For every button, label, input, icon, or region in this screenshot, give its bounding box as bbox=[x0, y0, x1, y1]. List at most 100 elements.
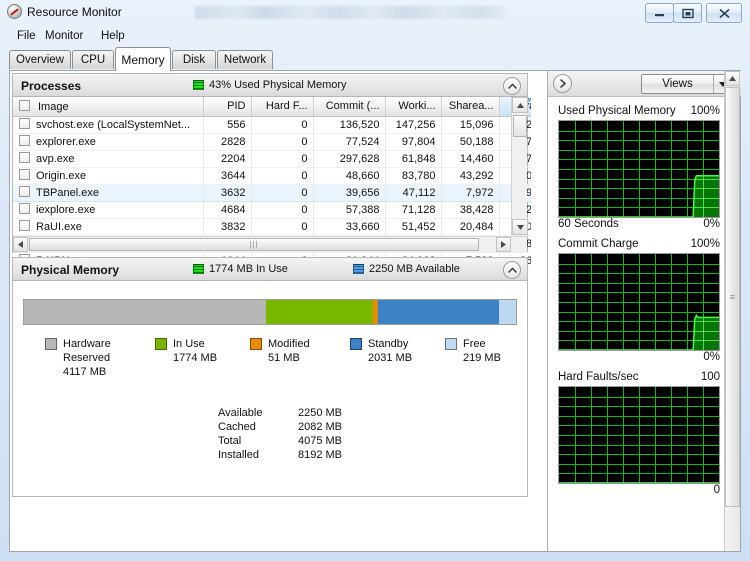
memory-segment-free bbox=[499, 300, 516, 324]
process-name: iexplore.exe bbox=[36, 204, 96, 216]
processes-hscroll-thumb[interactable]: ||| bbox=[29, 238, 479, 251]
row-checkbox[interactable] bbox=[19, 135, 30, 146]
column-header-pid[interactable]: PID bbox=[203, 97, 252, 117]
cell-commit: 33,660 bbox=[313, 218, 386, 236]
physical-memory-panel-header[interactable]: Physical Memory 1774 MB In Use 2250 MB A… bbox=[12, 257, 528, 281]
cell-pid: 3644 bbox=[203, 167, 252, 185]
select-all-checkbox[interactable] bbox=[19, 99, 30, 111]
memory-usage-bar bbox=[23, 299, 517, 325]
table-row[interactable]: explorer.exe2828077,52497,80450,18847,61… bbox=[13, 133, 531, 151]
cell-image: Origin.exe bbox=[13, 167, 204, 185]
table-row[interactable]: iexplore.exe4684057,38871,12838,42832,70… bbox=[13, 201, 531, 219]
graph-2-canvas bbox=[558, 386, 720, 484]
memory-stats-table: Available 2250 MB Cached 2082 MB Total 4075 M… bbox=[218, 407, 342, 463]
menu-item-file[interactable]: File bbox=[13, 29, 40, 43]
row-checkbox[interactable] bbox=[19, 220, 30, 231]
physical-memory-collapse-button[interactable] bbox=[503, 261, 521, 279]
sidebar-scroll-thumb[interactable]: ≡ bbox=[725, 87, 740, 507]
memory-in-use-status: 1774 MB In Use bbox=[193, 263, 288, 275]
cell-image: avp.exe bbox=[13, 150, 204, 168]
legend-label: Hardware Reserved 4117 MB bbox=[63, 338, 111, 378]
minimize-button[interactable] bbox=[645, 3, 674, 23]
cell-hard-faults: 0 bbox=[251, 150, 314, 168]
column-header-working-set[interactable]: Worki... bbox=[385, 97, 442, 117]
restore-button[interactable] bbox=[673, 3, 702, 23]
processes-scroll-thumb[interactable] bbox=[513, 115, 527, 137]
process-name: TBPanel.exe bbox=[36, 187, 99, 199]
row-checkbox[interactable] bbox=[19, 203, 30, 214]
column-header-image[interactable]: Image bbox=[13, 97, 204, 117]
menu-bar: File Monitor Help bbox=[9, 28, 741, 46]
graph-commit-charge: Commit Charge 100% 0% bbox=[558, 238, 720, 366]
window-title: Resource Monitor bbox=[27, 4, 122, 19]
process-name: explorer.exe bbox=[36, 136, 96, 148]
cell-pid: 2204 bbox=[203, 150, 252, 168]
graph-1-max-label: 100% bbox=[690, 238, 720, 250]
background-window-text bbox=[195, 6, 505, 19]
cell-pid: 3832 bbox=[203, 218, 252, 236]
tab-strip: Overview CPU Memory Disk Network bbox=[9, 47, 741, 71]
cell-shareable: 20,484 bbox=[441, 218, 500, 236]
menu-item-monitor[interactable]: Monitor bbox=[41, 29, 87, 43]
sidebar-expand-button[interactable] bbox=[553, 74, 572, 93]
tab-overview[interactable]: Overview bbox=[9, 50, 71, 69]
tab-memory[interactable]: Memory bbox=[115, 47, 171, 71]
tab-network[interactable]: Network bbox=[217, 50, 273, 69]
legend-swatch-icon bbox=[445, 338, 457, 350]
in-use-swatch-icon bbox=[193, 264, 204, 274]
processes-table-container: Image PID Hard F... Commit (... Worki...… bbox=[12, 97, 531, 270]
graph-2-header: Hard Faults/sec 100 bbox=[558, 371, 720, 386]
legend-swatch-icon bbox=[350, 338, 362, 350]
caret-up-icon bbox=[729, 76, 736, 81]
processes-scroll-down-button[interactable] bbox=[512, 219, 528, 235]
menu-item-help[interactable]: Help bbox=[97, 29, 129, 43]
scroll-thumb-grip-icon: ||| bbox=[249, 240, 259, 249]
graph-0-max-label: 100% bbox=[690, 105, 720, 117]
table-row[interactable]: RaUI.exe3832033,66051,45220,48430,968 bbox=[13, 218, 531, 236]
column-header-hard-faults[interactable]: Hard F... bbox=[251, 97, 314, 117]
table-row[interactable]: avp.exe22040297,62861,84814,46047,388 bbox=[13, 150, 531, 168]
table-row[interactable]: TBPanel.exe3632039,65647,1127,97239,140 bbox=[13, 184, 531, 202]
row-checkbox[interactable] bbox=[19, 152, 30, 163]
stat-label: Available bbox=[218, 407, 263, 419]
column-header-commit[interactable]: Commit (... bbox=[313, 97, 386, 117]
views-button-label: Views bbox=[662, 78, 693, 90]
cell-image: svchost.exe (LocalSystemNet... bbox=[13, 116, 204, 134]
cell-working-set: 51,452 bbox=[385, 218, 442, 236]
cell-image: iexplore.exe bbox=[13, 201, 204, 219]
legend-swatch-icon bbox=[250, 338, 262, 350]
processes-scroll-up-button[interactable] bbox=[512, 97, 528, 113]
cell-image: explorer.exe bbox=[13, 133, 204, 151]
cell-image: TBPanel.exe bbox=[13, 184, 204, 202]
tab-cpu[interactable]: CPU bbox=[72, 50, 114, 69]
graph-1-footer: 0% bbox=[558, 351, 720, 366]
table-row[interactable]: svchost.exe (LocalSystemNet... 556 0 136,52… bbox=[13, 116, 531, 134]
row-checkbox[interactable] bbox=[19, 169, 30, 180]
cell-hard-faults: 0 bbox=[251, 133, 314, 151]
row-checkbox[interactable] bbox=[19, 186, 30, 197]
stat-value: 2250 MB bbox=[297, 407, 342, 419]
tab-disk[interactable]: Disk bbox=[172, 50, 216, 69]
memory-available-text: 2250 MB Available bbox=[369, 263, 460, 275]
views-button[interactable]: Views bbox=[641, 74, 733, 94]
close-button[interactable] bbox=[706, 3, 742, 23]
memory-available-status: 2250 MB Available bbox=[353, 263, 460, 275]
graph-2-footer: 0 bbox=[558, 484, 720, 499]
stat-value: 2082 MB bbox=[297, 421, 342, 433]
column-header-shareable[interactable]: Sharea... bbox=[441, 97, 500, 117]
available-swatch-icon bbox=[353, 264, 364, 274]
memory-segment-standby bbox=[378, 300, 500, 324]
row-checkbox[interactable] bbox=[19, 118, 30, 129]
sidebar-scroll-up-button[interactable] bbox=[725, 71, 740, 86]
graph-1-min-label: 0% bbox=[703, 351, 720, 363]
processes-scroll-left-button[interactable] bbox=[13, 237, 28, 252]
graph-0-footer: 60 Seconds 0% bbox=[558, 218, 720, 233]
processes-scroll-right-button[interactable] bbox=[496, 237, 511, 252]
table-row[interactable]: Origin.exe3644048,66083,78043,29240,488 bbox=[13, 167, 531, 185]
sidebar-scrollbar[interactable]: ≡ bbox=[724, 71, 740, 551]
processes-panel-header[interactable]: Processes 43% Used Physical Memory bbox=[12, 73, 528, 97]
legend-item-free: Free 219 MB bbox=[445, 337, 515, 379]
processes-horizontal-scrollbar[interactable]: ||| bbox=[13, 236, 527, 252]
processes-vertical-scrollbar[interactable] bbox=[511, 97, 528, 235]
processes-collapse-button[interactable] bbox=[503, 77, 521, 95]
